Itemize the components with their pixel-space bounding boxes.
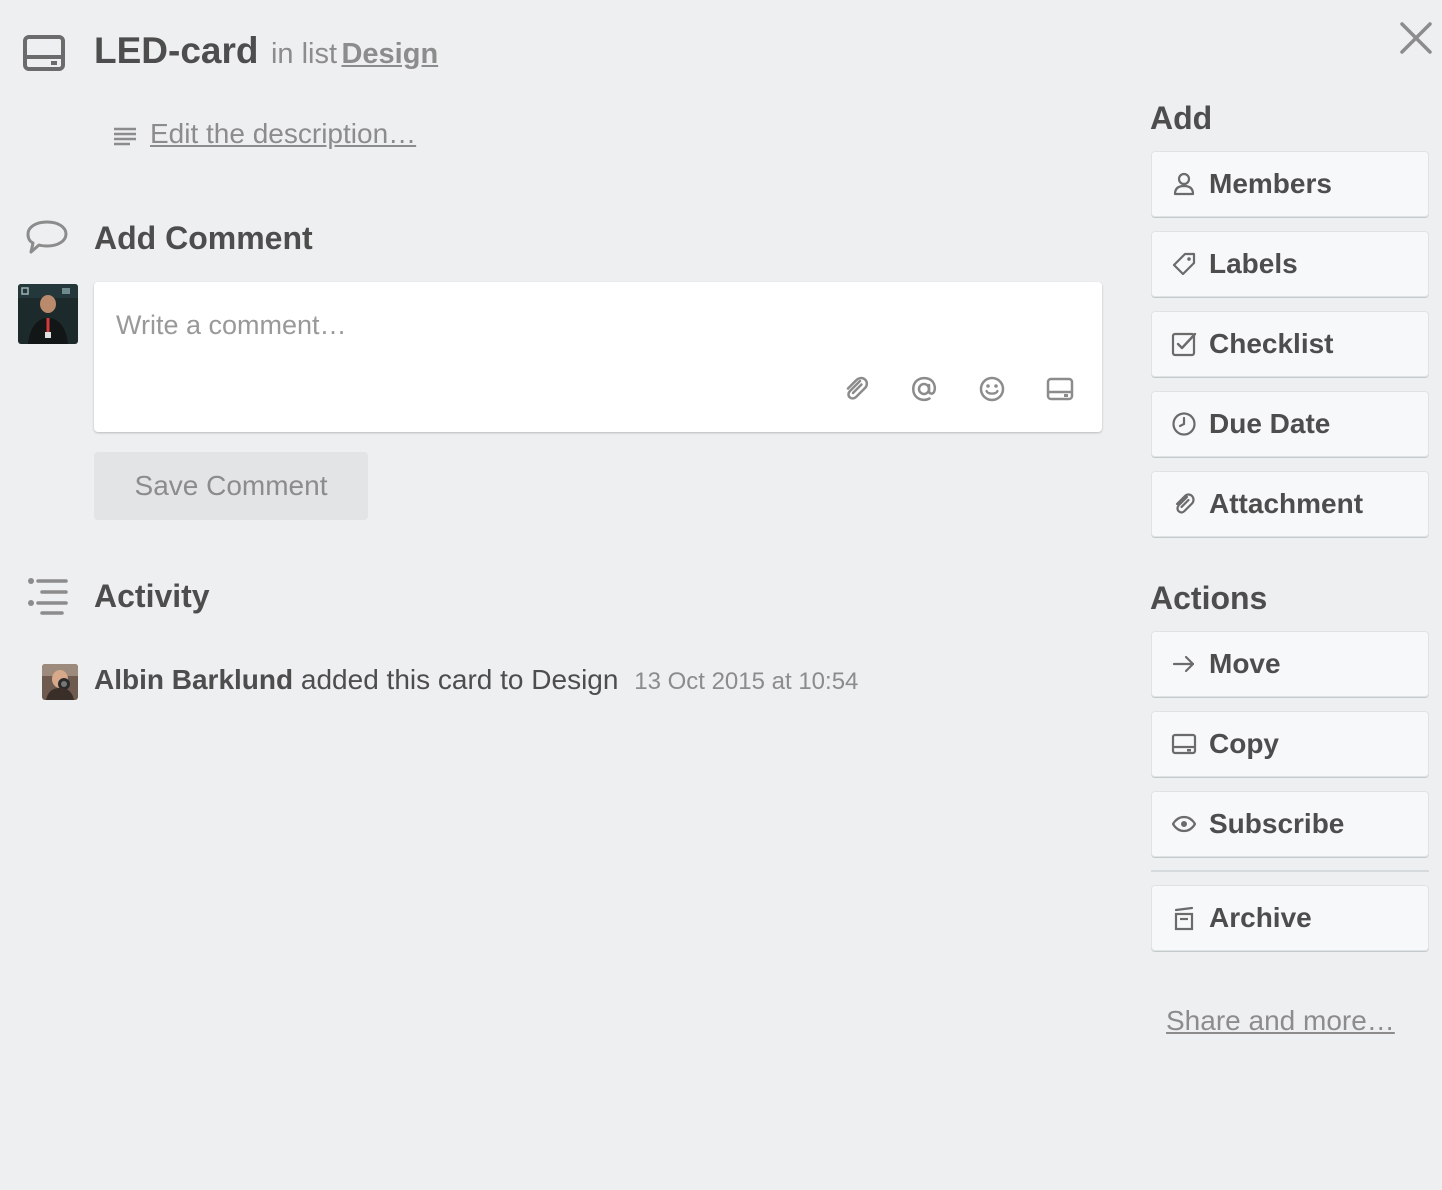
tag-icon: [1171, 251, 1197, 277]
clock-icon: [1171, 411, 1197, 437]
share-and-more-link[interactable]: Share and more…: [1166, 1005, 1395, 1037]
subscribe-label: Subscribe: [1209, 808, 1345, 839]
activity-user[interactable]: Albin Barklund: [94, 664, 293, 695]
description-icon: [112, 124, 138, 150]
due-date-label: Due Date: [1209, 408, 1331, 439]
activity-icon: [24, 576, 70, 616]
copy-button[interactable]: Copy: [1151, 711, 1429, 777]
card-title[interactable]: LED-card: [94, 30, 258, 71]
activity-heading: Activity: [94, 578, 210, 614]
move-button[interactable]: Move: [1151, 631, 1429, 697]
attachment-button[interactable]: Attachment: [1151, 471, 1429, 537]
archive-button[interactable]: Archive: [1151, 885, 1429, 951]
mention-icon[interactable]: [909, 374, 939, 404]
checkbox-icon: [1171, 331, 1197, 357]
activity-timestamp[interactable]: 13 Oct 2015 at 10:54: [634, 668, 858, 695]
avatar[interactable]: [42, 664, 78, 700]
labels-button[interactable]: Labels: [1151, 231, 1429, 297]
add-heading: Add: [1150, 100, 1213, 136]
add-comment-heading: Add Comment: [94, 220, 313, 256]
card-icon: [1171, 731, 1197, 757]
divider: [1151, 870, 1429, 872]
emoji-icon[interactable]: [977, 374, 1007, 404]
copy-label: Copy: [1209, 728, 1279, 759]
members-label: Members: [1209, 168, 1332, 199]
subscribe-button[interactable]: Subscribe: [1151, 791, 1429, 857]
checklist-label: Checklist: [1209, 328, 1334, 359]
checklist-button[interactable]: Checklist: [1151, 311, 1429, 377]
activity-action: added this card to Design: [300, 664, 619, 695]
in-list-label: in list: [270, 38, 338, 70]
close-icon[interactable]: [1396, 18, 1436, 58]
avatar[interactable]: [18, 284, 78, 344]
archive-label: Archive: [1209, 902, 1312, 933]
move-label: Move: [1209, 648, 1281, 679]
labels-label: Labels: [1209, 248, 1298, 279]
card-title-line: LED-card in list Design: [94, 30, 438, 80]
due-date-button[interactable]: Due Date: [1151, 391, 1429, 457]
list-link[interactable]: Design: [341, 38, 438, 70]
attachment-label: Attachment: [1209, 488, 1364, 519]
members-button[interactable]: Members: [1151, 151, 1429, 217]
actions-heading: Actions: [1150, 580, 1268, 616]
eye-icon: [1171, 811, 1197, 837]
person-icon: [1171, 171, 1197, 197]
comment-box: [94, 282, 1102, 432]
activity-entry: Albin Barklund added this card to Design…: [94, 664, 858, 696]
paperclip-icon[interactable]: [841, 374, 871, 404]
save-comment-button[interactable]: Save Comment: [94, 452, 368, 520]
paperclip-icon: [1171, 491, 1197, 517]
comment-input[interactable]: [116, 300, 1056, 350]
card-link-icon[interactable]: [1045, 374, 1075, 404]
card-icon: [22, 34, 66, 72]
arrow-right-icon: [1171, 651, 1197, 677]
comment-bubble-icon: [24, 218, 70, 258]
archive-icon: [1171, 905, 1197, 931]
edit-description-link[interactable]: Edit the description…: [150, 118, 416, 150]
